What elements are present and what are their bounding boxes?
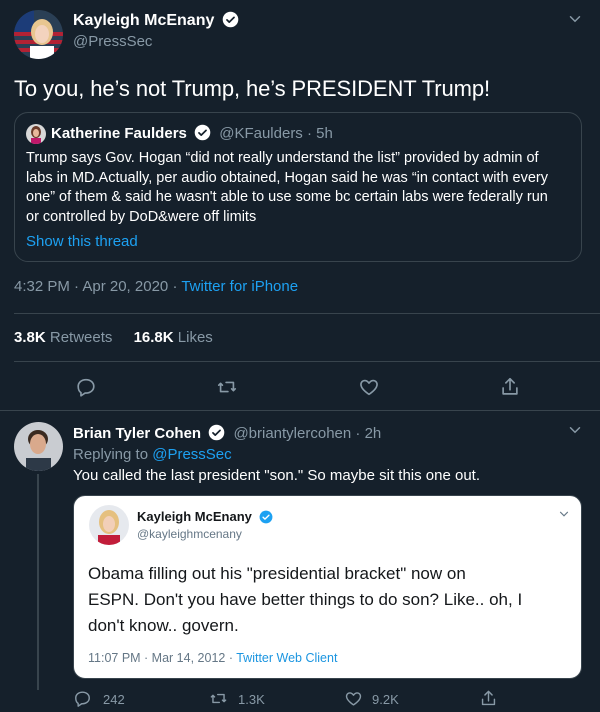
chevron-down-icon[interactable] [566,10,584,28]
reply-text: You called the last president "son." So … [73,467,481,484]
verified-badge-icon [194,124,211,141]
chevron-down-icon[interactable] [566,421,584,439]
separator-dot: · [172,278,178,295]
verified-badge-icon [208,424,225,441]
author-handle[interactable]: @PressSec [73,33,152,50]
divider [0,410,600,411]
embedded-tweet-text: Obama filling out his "presidential brac… [88,561,522,639]
share-icon[interactable] [479,689,498,708]
author-name[interactable]: Kayleigh McEnany [73,12,214,29]
embedded-tweet-image[interactable]: Kayleigh McEnany @kayleighmcenany Obama … [73,495,582,679]
retweets-label: Retweets [49,329,113,346]
tweet-text: To you, he’s not Trump, he’s PRESIDENT T… [14,76,491,101]
embedded-line: ESPN. Don't you have better things to do… [88,590,523,609]
verified-badge-icon [259,510,272,524]
quoted-line: or controlled by DoD&were off limits [26,208,257,225]
embedded-source: Twitter Web Client [236,651,338,665]
quoted-author-name[interactable]: Katherine Faulders [51,125,187,142]
embedded-author-name: Kayleigh McEnany [137,509,252,524]
like-count: 9.2K [372,692,399,707]
avatar-brian[interactable] [14,422,63,471]
quoted-author-handle[interactable]: @KFaulders [219,125,303,142]
reply-time: · 2h [355,425,382,442]
share-icon[interactable] [499,376,521,398]
likes-count: 16.8K [133,329,174,346]
likes-stat[interactable]: 16.8K Likes [134,329,213,346]
thread-line [37,474,39,690]
likes-label: Likes [177,329,213,346]
replying-to-link[interactable]: @PressSec [152,446,231,463]
reply-action-bar: 242 1.3K 9.2K [73,689,593,711]
embedded-line: don't know.. govern. [88,616,239,635]
quoted-line: labs in MD.Actually, per audio obtained,… [26,169,549,186]
avatar-kayleigh[interactable] [14,10,63,59]
reply-count: 242 [103,692,125,707]
avatar-embedded-kayleigh [89,505,129,545]
retweets-count: 3.8K [14,329,46,346]
quoted-time: · 5h [306,125,333,142]
retweet-icon[interactable] [216,376,238,398]
replying-to-label: Replying to [73,446,149,463]
quoted-tweet-text: Trump says Gov. Hogan “did not really un… [26,149,548,227]
verified-badge-icon [222,11,239,28]
show-thread-link[interactable]: Show this thread [26,233,138,250]
retweet-count: 1.3K [238,692,265,707]
reply-icon[interactable] [75,376,97,398]
like-icon[interactable] [358,376,380,398]
retweet-icon[interactable] [209,689,228,708]
reply-author-name[interactable]: Brian Tyler Cohen [73,425,201,442]
embedded-line: Obama filling out his "presidential brac… [88,564,466,583]
avatar-katherine[interactable] [26,124,46,144]
embedded-timestamp: 11:07 PM · Mar 14, 2012 · [88,651,233,665]
embedded-author-handle: @kayleighmcenany [137,527,242,541]
tweet-timestamp[interactable]: 4:32 PM · Apr 20, 2020 [14,278,168,295]
chevron-down-icon [559,511,569,517]
retweets-stat[interactable]: 3.8K Retweets [14,329,117,346]
quoted-line: one” of them & said he wasn't able to us… [26,189,548,205]
reply-author-handle[interactable]: @briantylercohen [233,425,351,442]
quoted-line: Trump says Gov. Hogan “did not really un… [26,150,539,166]
divider [14,313,600,314]
divider [14,361,600,362]
like-icon[interactable] [344,689,363,708]
reply-icon[interactable] [73,689,92,708]
tweet-source-link[interactable]: Twitter for iPhone [181,278,298,295]
